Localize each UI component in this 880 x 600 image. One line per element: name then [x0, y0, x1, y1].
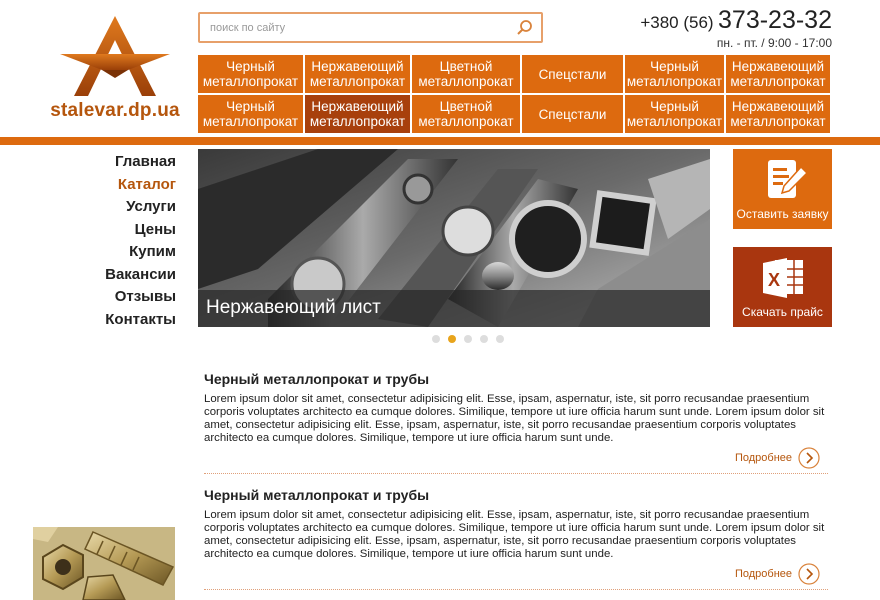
leave-request-label: Оставить заявку [736, 207, 829, 221]
contact-block: +380 (56) 373-23-32 пн. - пт. / 9:00 - 1… [640, 6, 832, 50]
slide-caption: Нержавеющий лист [198, 290, 710, 327]
topnav-item[interactable]: Черный металлопрокат [198, 95, 303, 133]
topnav-row-1: Черный металлопрокат Нержавеющий металло… [198, 55, 832, 93]
read-more-link[interactable]: Подробнее [735, 563, 820, 585]
sidebar-item-vacancies[interactable]: Вакансии [0, 265, 176, 288]
svg-text:X: X [768, 270, 780, 290]
topnav-item[interactable]: Цветной металлопрокат [412, 95, 520, 133]
phone-code: +380 (56) [640, 13, 714, 32]
article-text: Lorem ipsum dolor sit amet, consectetur … [204, 509, 825, 560]
topnav-item[interactable]: Цветной металлопрокат [412, 55, 520, 93]
logo-text: stalevar.dp.ua [50, 100, 180, 121]
chevron-right-circle-icon [798, 563, 820, 585]
search-box [198, 12, 543, 43]
site-logo[interactable]: stalevar.dp.ua [50, 14, 180, 124]
bolts-nuts-picture [33, 527, 175, 600]
article-divider [204, 473, 828, 474]
slider-pagination [432, 335, 512, 343]
topnav-item[interactable]: Нержавеющий металлопрокат [726, 55, 830, 93]
topnav-item[interactable]: Спецстали [522, 55, 623, 93]
top-navigation: Черный металлопрокат Нержавеющий металло… [198, 55, 832, 135]
topnav-item[interactable]: Черный металлопрокат [625, 55, 724, 93]
article-text: Lorem ipsum dolor sit amet, consectetur … [204, 393, 825, 444]
topnav-item[interactable]: Черный металлопрокат [198, 55, 303, 93]
search-input[interactable] [210, 20, 510, 36]
sidebar-item-prices[interactable]: Цены [0, 220, 176, 243]
bolts-nuts-image[interactable] [33, 527, 175, 600]
topnav-item[interactable]: Нержавеющий металлопрокат [726, 95, 830, 133]
leave-request-button[interactable]: Оставить заявку [733, 149, 832, 229]
search-icon [517, 20, 532, 35]
phone-number[interactable]: +380 (56) 373-23-32 [640, 6, 832, 35]
slider-dot[interactable] [480, 335, 488, 343]
slider-dot[interactable] [432, 335, 440, 343]
article-card: Черный металлопрокат и трубы Lorem ipsum… [204, 371, 828, 474]
sidebar-item-contacts[interactable]: Контакты [0, 310, 176, 333]
sidebar-item-reviews[interactable]: Отзывы [0, 287, 176, 310]
sidebar-item-services[interactable]: Услуги [0, 197, 176, 220]
read-more-label: Подробнее [734, 568, 792, 580]
article-card: Черный металлопрокат и трубы Lorem ipsum… [204, 487, 828, 590]
article-title[interactable]: Черный металлопрокат и трубы [204, 487, 828, 503]
hero-slider[interactable]: Нержавеющий лист [198, 149, 710, 327]
excel-icon: X [763, 258, 803, 298]
sidebar-nav: Главная Каталог Услуги Цены Купим Ваканс… [0, 152, 176, 332]
topnav-item[interactable]: Черный металлопрокат [625, 95, 724, 133]
slider-dot[interactable] [464, 335, 472, 343]
sidebar-item-home[interactable]: Главная [0, 152, 176, 175]
read-more-label: Подробнее [734, 452, 792, 464]
topnav-item[interactable]: Нержавеющий металлопрокат [305, 55, 410, 93]
download-price-button[interactable]: X Скачать прайс [733, 247, 832, 327]
chevron-right-circle-icon [798, 447, 820, 469]
working-hours: пн. - пт. / 9:00 - 17:00 [716, 36, 832, 50]
slider-dot-active[interactable] [448, 335, 456, 343]
article-divider [204, 589, 828, 590]
phone-digits: 373-23-32 [718, 6, 832, 34]
sidebar-item-catalog[interactable]: Каталог [0, 175, 176, 198]
slider-dot[interactable] [496, 335, 504, 343]
search-button[interactable] [515, 18, 535, 38]
download-price-label: Скачать прайс [742, 305, 823, 319]
topnav-row-2: Черный металлопрокат Нержавеющий металло… [198, 95, 832, 133]
document-edit-icon [768, 160, 809, 198]
sidebar-item-buy[interactable]: Купим [0, 242, 176, 265]
star-a-logo-icon [60, 16, 170, 96]
topnav-item-active[interactable]: Нержавеющий металлопрокат [305, 95, 410, 133]
topnav-item[interactable]: Спецстали [522, 95, 623, 133]
article-title[interactable]: Черный металлопрокат и трубы [204, 371, 828, 387]
header-divider [0, 137, 880, 145]
read-more-link[interactable]: Подробнее [735, 447, 820, 469]
